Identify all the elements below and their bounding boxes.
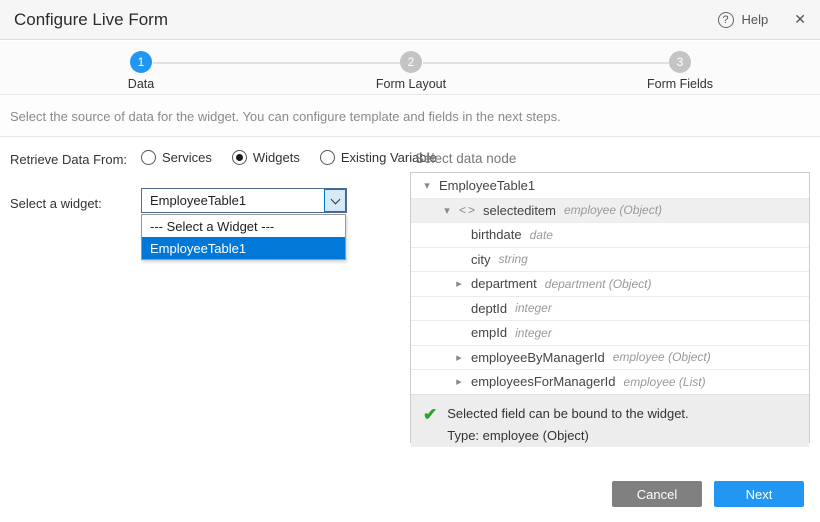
widget-dropdown-list: --- Select a Widget --- EmployeeTable1 <box>141 214 346 260</box>
expand-arrow-icon[interactable]: ▸ <box>453 375 465 388</box>
tree-node-department[interactable]: ▸ department department (Object) <box>411 271 809 296</box>
tree-node-label: deptId <box>471 301 507 316</box>
tree-node-label: city <box>471 252 491 267</box>
tree-node-label: empId <box>471 325 507 340</box>
radio-circle-icon <box>320 150 335 165</box>
widget-select[interactable]: EmployeeTable1 <box>141 188 347 213</box>
tree-node-type: date <box>530 228 553 242</box>
tree-node-type: employee (List) <box>624 375 706 389</box>
dialog-header: Configure Live Form ? Help ✕ <box>0 0 820 40</box>
radio-widgets-label: Widgets <box>253 150 300 165</box>
tree-node-birthdate[interactable]: birthdate date <box>411 222 809 247</box>
data-source-radio-group: Services Widgets Existing Variable <box>141 150 437 165</box>
binding-status-line2: Type: employee (Object) <box>447 425 688 447</box>
tree-node-employeebymanagerid[interactable]: ▸ employeeByManagerId employee (Object) <box>411 345 809 370</box>
tree-node-type: employee (Object) <box>564 203 662 217</box>
close-icon[interactable]: ✕ <box>794 11 806 28</box>
tree-node-type: integer <box>515 301 552 315</box>
stepper-connector <box>423 62 669 64</box>
tree-node-label: employeesForManagerId <box>471 374 616 389</box>
tree-node-type: employee (Object) <box>613 350 711 364</box>
radio-circle-icon <box>141 150 156 165</box>
tree-node-label: birthdate <box>471 227 522 242</box>
next-button[interactable]: Next <box>714 481 804 507</box>
collapse-arrow-icon[interactable]: ▾ <box>421 179 433 192</box>
page-title: Configure Live Form <box>14 10 168 30</box>
tree-node-label: employeeByManagerId <box>471 350 605 365</box>
collapse-arrow-icon[interactable]: ▾ <box>441 204 453 217</box>
tree-node-selecteditem[interactable]: ▾ <> selecteditem employee (Object) <box>411 198 809 223</box>
cancel-button[interactable]: Cancel <box>612 481 702 507</box>
step-circle-data[interactable]: 1 <box>130 51 152 73</box>
help-link[interactable]: Help <box>742 12 769 27</box>
radio-circle-icon <box>232 150 247 165</box>
tree-node-label: department <box>471 276 537 291</box>
step-circle-form-fields[interactable]: 3 <box>669 51 691 73</box>
step-label-data: Data <box>71 77 211 91</box>
step-circle-form-layout[interactable]: 2 <box>400 51 422 73</box>
radio-services[interactable]: Services <box>141 150 212 165</box>
stepper-connector <box>153 62 400 64</box>
step-description: Select the source of data for the widget… <box>0 96 820 137</box>
dropdown-option-employeetable1[interactable]: EmployeeTable1 <box>142 237 345 259</box>
select-data-node-label: Select data node <box>415 151 516 166</box>
tree-node-label: selecteditem <box>483 203 556 218</box>
expand-arrow-icon[interactable]: ▸ <box>453 351 465 364</box>
dropdown-option-placeholder[interactable]: --- Select a Widget --- <box>142 215 345 237</box>
code-icon: <> <box>459 203 477 217</box>
tree-node-city[interactable]: city string <box>411 247 809 272</box>
tree-node-label: EmployeeTable1 <box>439 178 535 193</box>
select-widget-label: Select a widget: <box>10 196 102 211</box>
tree-node-employeetable1[interactable]: ▾ EmployeeTable1 <box>411 173 809 198</box>
data-node-tree: ▾ EmployeeTable1 ▾ <> selecteditem emplo… <box>410 172 810 443</box>
step-label-form-layout: Form Layout <box>341 77 481 91</box>
wizard-stepper: 1 2 3 Data Form Layout Form Fields <box>0 41 820 95</box>
radio-widgets[interactable]: Widgets <box>232 150 300 165</box>
chevron-down-icon <box>330 194 340 204</box>
widget-select-dropdown-button[interactable] <box>324 189 346 212</box>
tree-node-type: integer <box>515 326 552 340</box>
tree-node-type: department (Object) <box>545 277 652 291</box>
binding-status-line1: Selected field can be bound to the widge… <box>447 403 688 425</box>
tree-node-type: string <box>499 252 528 266</box>
radio-services-label: Services <box>162 150 212 165</box>
retrieve-data-from-label: Retrieve Data From: <box>10 152 127 167</box>
widget-select-value: EmployeeTable1 <box>142 193 324 208</box>
check-icon: ✔ <box>423 405 437 447</box>
help-icon[interactable]: ? <box>718 12 734 28</box>
tree-node-empid[interactable]: empId integer <box>411 320 809 345</box>
binding-status-message: ✔ Selected field can be bound to the wid… <box>411 394 809 447</box>
tree-node-deptid[interactable]: deptId integer <box>411 296 809 321</box>
expand-arrow-icon[interactable]: ▸ <box>453 277 465 290</box>
tree-node-employeesformanagerid[interactable]: ▸ employeesForManagerId employee (List) <box>411 369 809 394</box>
step-label-form-fields: Form Fields <box>610 77 750 91</box>
